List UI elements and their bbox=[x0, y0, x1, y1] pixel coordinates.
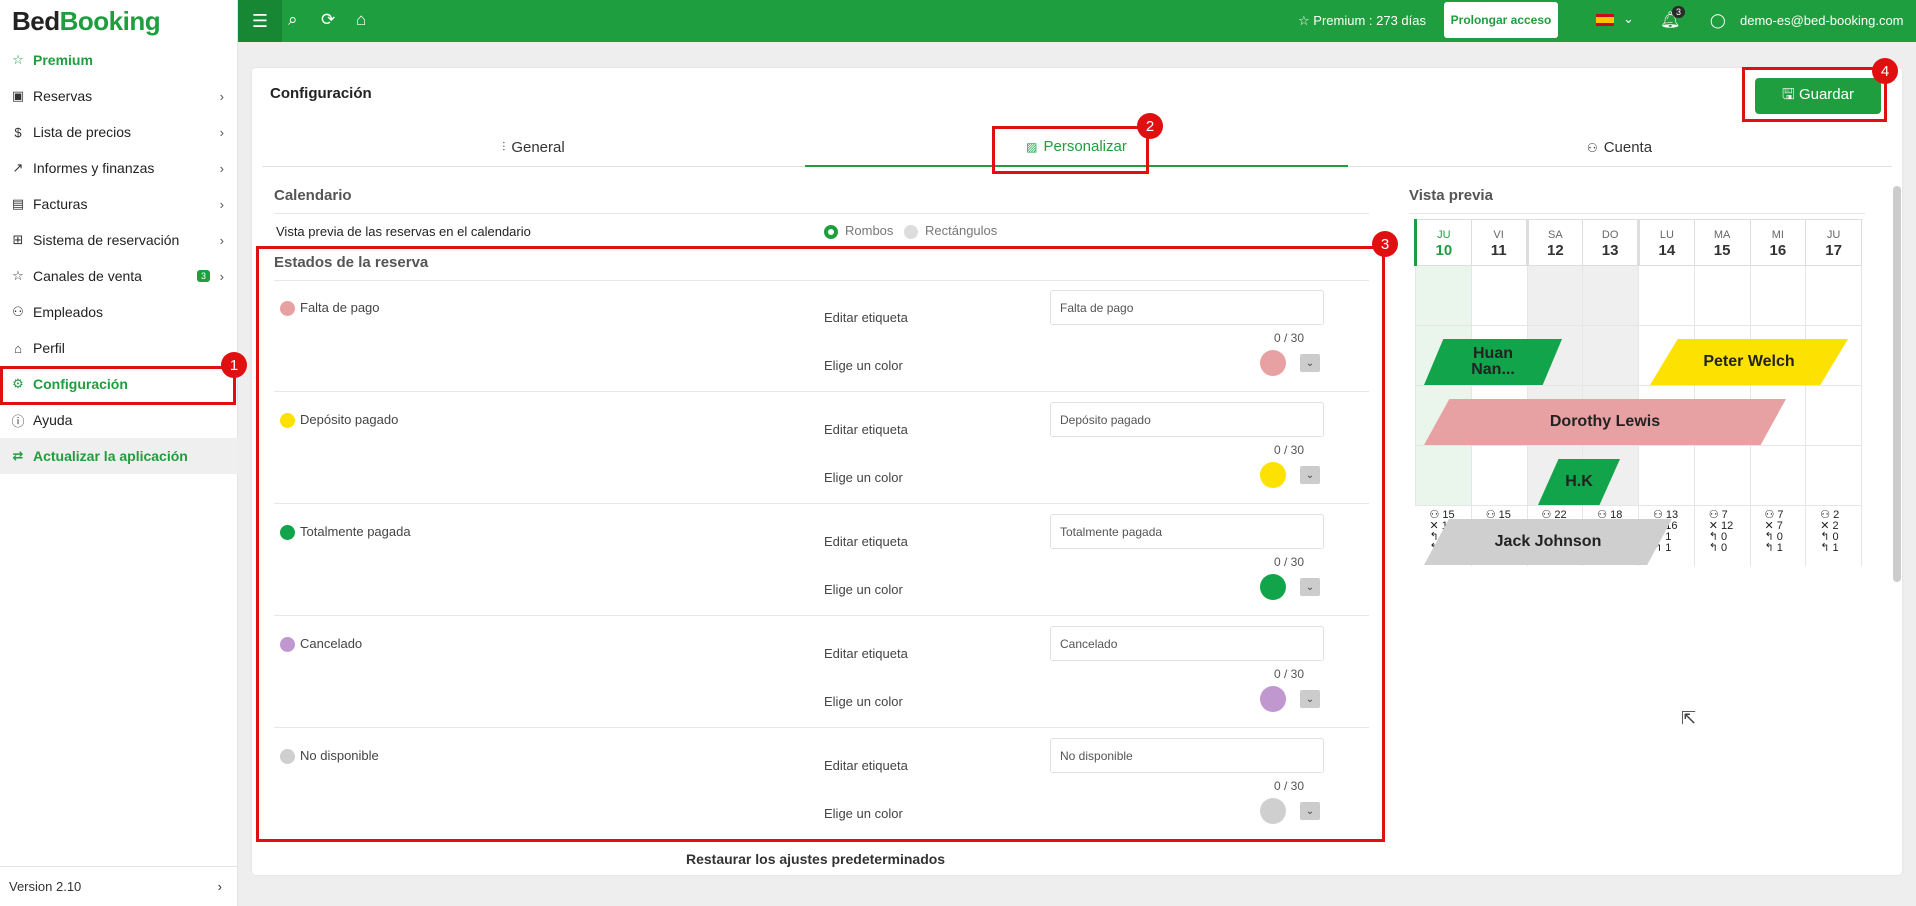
notification-badge: 3 bbox=[1672, 6, 1686, 18]
sidebar-item-canales-venta[interactable]: ☆ Canales de venta 3 › bbox=[0, 258, 238, 294]
booking-bar[interactable]: Dorothy Lewis bbox=[1424, 399, 1786, 445]
star-icon: ☆ bbox=[12, 52, 24, 67]
hamburger-menu-icon[interactable]: ☰ bbox=[238, 0, 282, 42]
annotation-badge-4: 4 bbox=[1872, 58, 1898, 84]
grid-icon: ⊞ bbox=[12, 232, 24, 247]
sidebar-item-perfil[interactable]: ⌂ Perfil bbox=[0, 330, 238, 366]
day-header: SA 12 bbox=[1525, 219, 1584, 266]
day-header: MI 16 bbox=[1749, 219, 1807, 266]
chart-icon: ↗ bbox=[12, 160, 24, 175]
annotation-badge-1: 1 bbox=[221, 352, 247, 378]
annotation-box-1 bbox=[0, 366, 236, 405]
extend-access-button[interactable]: Prolongar acceso bbox=[1444, 2, 1558, 38]
chevron-right-icon: › bbox=[219, 124, 224, 140]
star-icon: ☆ bbox=[1298, 13, 1314, 28]
users-icon: ⚇ bbox=[1586, 140, 1598, 155]
sliders-icon: ⫶ bbox=[502, 140, 506, 154]
home-icon[interactable]: ⌂ bbox=[356, 10, 366, 30]
stat-icon: ↰ bbox=[1708, 542, 1722, 554]
day-header: LU 14 bbox=[1637, 219, 1695, 266]
tab-general[interactable]: ⫶ General bbox=[262, 128, 805, 167]
app-logo[interactable]: Bed Booking bbox=[0, 0, 237, 42]
mouse-cursor-icon: ⇱ bbox=[1681, 708, 1697, 728]
stat-icon: ↰ bbox=[1764, 542, 1777, 554]
day-stats: ⚇ 7 ✕ 12 ↰ 0 ↰ 0 bbox=[1694, 505, 1751, 566]
invoice-icon: ▤ bbox=[11, 196, 25, 211]
dollar-icon: $ bbox=[14, 124, 22, 140]
tab-cuenta[interactable]: ⚇ Cuenta bbox=[1348, 128, 1891, 167]
day-stats: ⚇ 2 ✕ 2 ↰ 0 ↰ 1 bbox=[1805, 505, 1862, 566]
preview-shape-label: Vista previa de las reservas en el calen… bbox=[276, 224, 531, 239]
radio-rombos-label[interactable]: Rombos bbox=[845, 223, 893, 238]
top-bar: ☰ ⌕ ⟳ ⌂ ☆ Premium : 273 días Prolongar a… bbox=[238, 0, 1916, 42]
refresh-icon: ⇄ bbox=[12, 448, 24, 463]
page-title: Configuración bbox=[270, 85, 372, 102]
day-header: MA 15 bbox=[1693, 219, 1751, 266]
help-icon: ⓘ bbox=[11, 413, 25, 429]
version-footer[interactable]: Version 2.10 › bbox=[0, 866, 238, 906]
radio-rectangulos[interactable] bbox=[904, 225, 918, 239]
sidebar-item-lista-precios[interactable]: $ Lista de precios › bbox=[0, 114, 238, 150]
building-icon: ⌂ bbox=[14, 340, 22, 356]
sidebar-item-sistema-reservacion[interactable]: ⊞ Sistema de reservación › bbox=[0, 222, 238, 258]
chevron-right-icon: › bbox=[219, 232, 224, 248]
day-header: JU 17 bbox=[1805, 219, 1862, 266]
premium-status[interactable]: ☆ Premium : 273 días bbox=[1298, 13, 1426, 29]
divider bbox=[274, 213, 1369, 214]
day-header: DO 13 bbox=[1582, 219, 1639, 266]
spain-flag-icon[interactable] bbox=[1596, 14, 1614, 26]
search-icon[interactable]: ⌕ bbox=[288, 10, 298, 30]
chevron-down-icon[interactable]: ⌄ bbox=[1623, 11, 1634, 27]
sidebar: Bed Booking ☆ Premium ▣ Reservas › $ Lista de… bbox=[0, 0, 238, 906]
radio-rombos[interactable] bbox=[824, 225, 838, 239]
calendar-preview: JU 10 VI 11 SA 12 DO 13 LU 14 MA 15 MI 16 JU 17 … bbox=[1414, 219, 1862, 566]
scrollbar[interactable] bbox=[1893, 186, 1901, 582]
booking-bar[interactable]: Jack Johnson bbox=[1424, 519, 1672, 565]
sidebar-item-actualizar[interactable]: ⇄ Actualizar la aplicación bbox=[0, 438, 238, 474]
sidebar-item-empleados[interactable]: ⚇ Empleados bbox=[0, 294, 238, 330]
star-icon: ☆ bbox=[12, 268, 24, 283]
stat-value: 1 bbox=[1832, 542, 1839, 554]
day-header: JU 10 bbox=[1414, 219, 1472, 266]
sync-icon[interactable]: ⟳ bbox=[321, 10, 335, 30]
stat-value: 1 bbox=[1776, 542, 1783, 554]
preview-title: Vista previa bbox=[1409, 187, 1493, 204]
user-icon[interactable]: ◯ bbox=[1710, 12, 1726, 29]
chevron-right-icon: › bbox=[219, 268, 224, 284]
user-plus-icon: ⚇ bbox=[12, 304, 24, 319]
annotation-badge-2: 2 bbox=[1137, 113, 1163, 139]
sidebar-item-ayuda[interactable]: ⓘ Ayuda bbox=[0, 402, 238, 438]
sidebar-item-premium[interactable]: ☆ Premium bbox=[0, 42, 238, 78]
annotation-box-3 bbox=[256, 246, 1385, 842]
calendar-icon: ▣ bbox=[11, 88, 25, 103]
booking-bar[interactable]: Peter Welch bbox=[1650, 339, 1848, 385]
sidebar-item-facturas[interactable]: ▤ Facturas › bbox=[0, 186, 238, 222]
booking-bar[interactable]: Huan Nan... bbox=[1424, 339, 1562, 385]
stat-value: 0 bbox=[1721, 542, 1728, 554]
radio-rectangulos-label[interactable]: Rectángulos bbox=[925, 223, 997, 238]
day-header: VI 11 bbox=[1470, 219, 1528, 266]
chevron-right-icon: › bbox=[219, 160, 224, 176]
annotation-badge-3: 3 bbox=[1372, 231, 1398, 257]
sidebar-item-reservas[interactable]: ▣ Reservas › bbox=[0, 78, 238, 114]
chevron-right-icon: › bbox=[219, 88, 224, 104]
count-badge: 3 bbox=[196, 270, 210, 282]
calendar-section-title: Calendario bbox=[274, 187, 352, 204]
restore-defaults-link[interactable]: Restaurar los ajustes predeterminados bbox=[686, 851, 945, 867]
divider bbox=[1409, 213, 1865, 214]
annotation-box-4 bbox=[1742, 67, 1887, 122]
annotation-box-2 bbox=[992, 126, 1149, 174]
sidebar-item-informes[interactable]: ↗ Informes y finanzas › bbox=[0, 150, 238, 186]
stat-icon: ↰ bbox=[1820, 542, 1833, 554]
chevron-right-icon: › bbox=[217, 879, 222, 894]
chevron-right-icon: › bbox=[219, 196, 224, 212]
stat-value: 1 bbox=[1665, 542, 1672, 554]
user-email[interactable]: demo-es@bed-booking.com bbox=[1740, 13, 1904, 28]
day-stats: ⚇ 7 ✕ 7 ↰ 0 ↰ 1 bbox=[1750, 505, 1807, 566]
